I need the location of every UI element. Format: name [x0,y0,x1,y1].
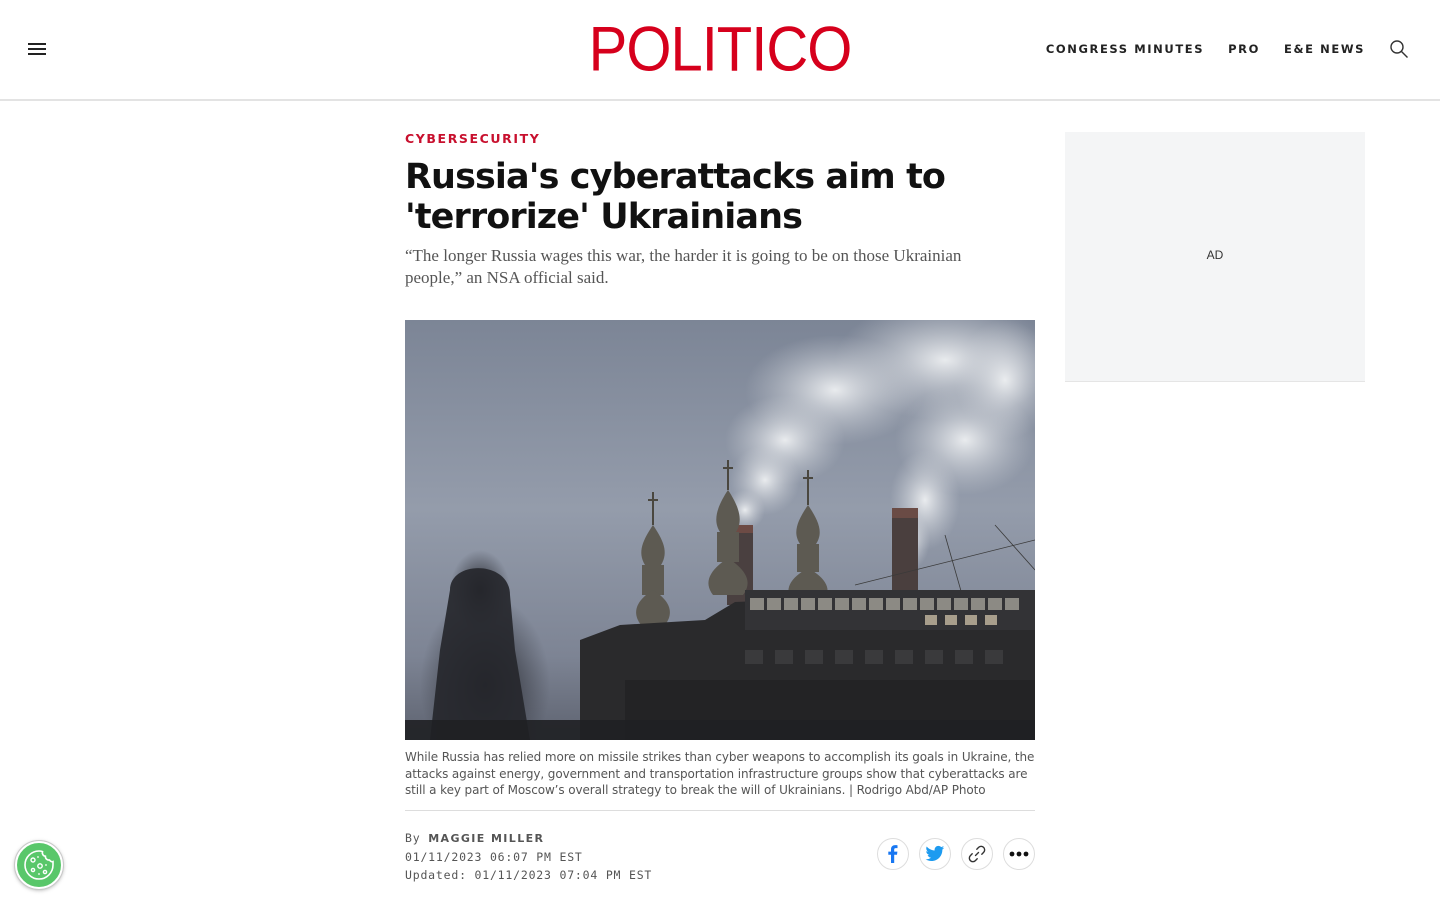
hero-image [405,320,1035,740]
twitter-share-button[interactable] [919,838,951,870]
share-bar [877,838,1035,870]
byline-prefix: By [405,831,421,845]
headline: Russia's cyberattacks aim to 'terrorize'… [405,157,946,237]
divider [405,810,1035,811]
link-icon [968,845,986,863]
more-share-options-button[interactable] [1003,838,1035,870]
facebook-icon [888,845,898,863]
top-nav: CONGRESS MINUTES PRO E&E NEWS [1046,42,1365,56]
cookie-settings-button[interactable] [14,840,64,890]
site-header: POLITICO CONGRESS MINUTES PRO E&E NEWS [0,0,1440,101]
nav-pro[interactable]: PRO [1228,42,1260,56]
twitter-icon [925,845,945,861]
more-icon [1009,851,1029,857]
facebook-share-button[interactable] [877,838,909,870]
article-dek: “The longer Russia wages this war, the h… [405,246,962,287]
nav-congress-minutes[interactable]: CONGRESS MINUTES [1046,42,1204,56]
cookie-icon [24,850,54,880]
copy-link-button[interactable] [961,838,993,870]
search-icon[interactable] [1389,39,1409,59]
nav-ee-news[interactable]: E&E NEWS [1284,42,1365,56]
byline-author-line: By MAGGIE MILLER [405,829,652,848]
updated-timestamp: Updated: 01/11/2023 07:04 PM EST [405,868,653,882]
category-label[interactable]: CYBERSECURITY [405,131,1035,147]
byline: By MAGGIE MILLER 01/11/2023 06:07 PM EST… [405,829,652,884]
image-caption: While Russia has relied more on missile … [405,750,1035,797]
article-header: CYBERSECURITY Russia's cyberattacks aim … [405,131,1035,289]
hamburger-menu-icon[interactable] [28,43,46,57]
author-link[interactable]: MAGGIE MILLER [428,832,544,845]
logo-text: POLITICO [588,14,853,85]
published-timestamp: 01/11/2023 06:07 PM EST [405,850,583,864]
ad-label: AD [1206,248,1224,262]
advertisement[interactable]: AD [1065,132,1365,382]
politico-logo[interactable]: POLITICO [560,18,880,82]
